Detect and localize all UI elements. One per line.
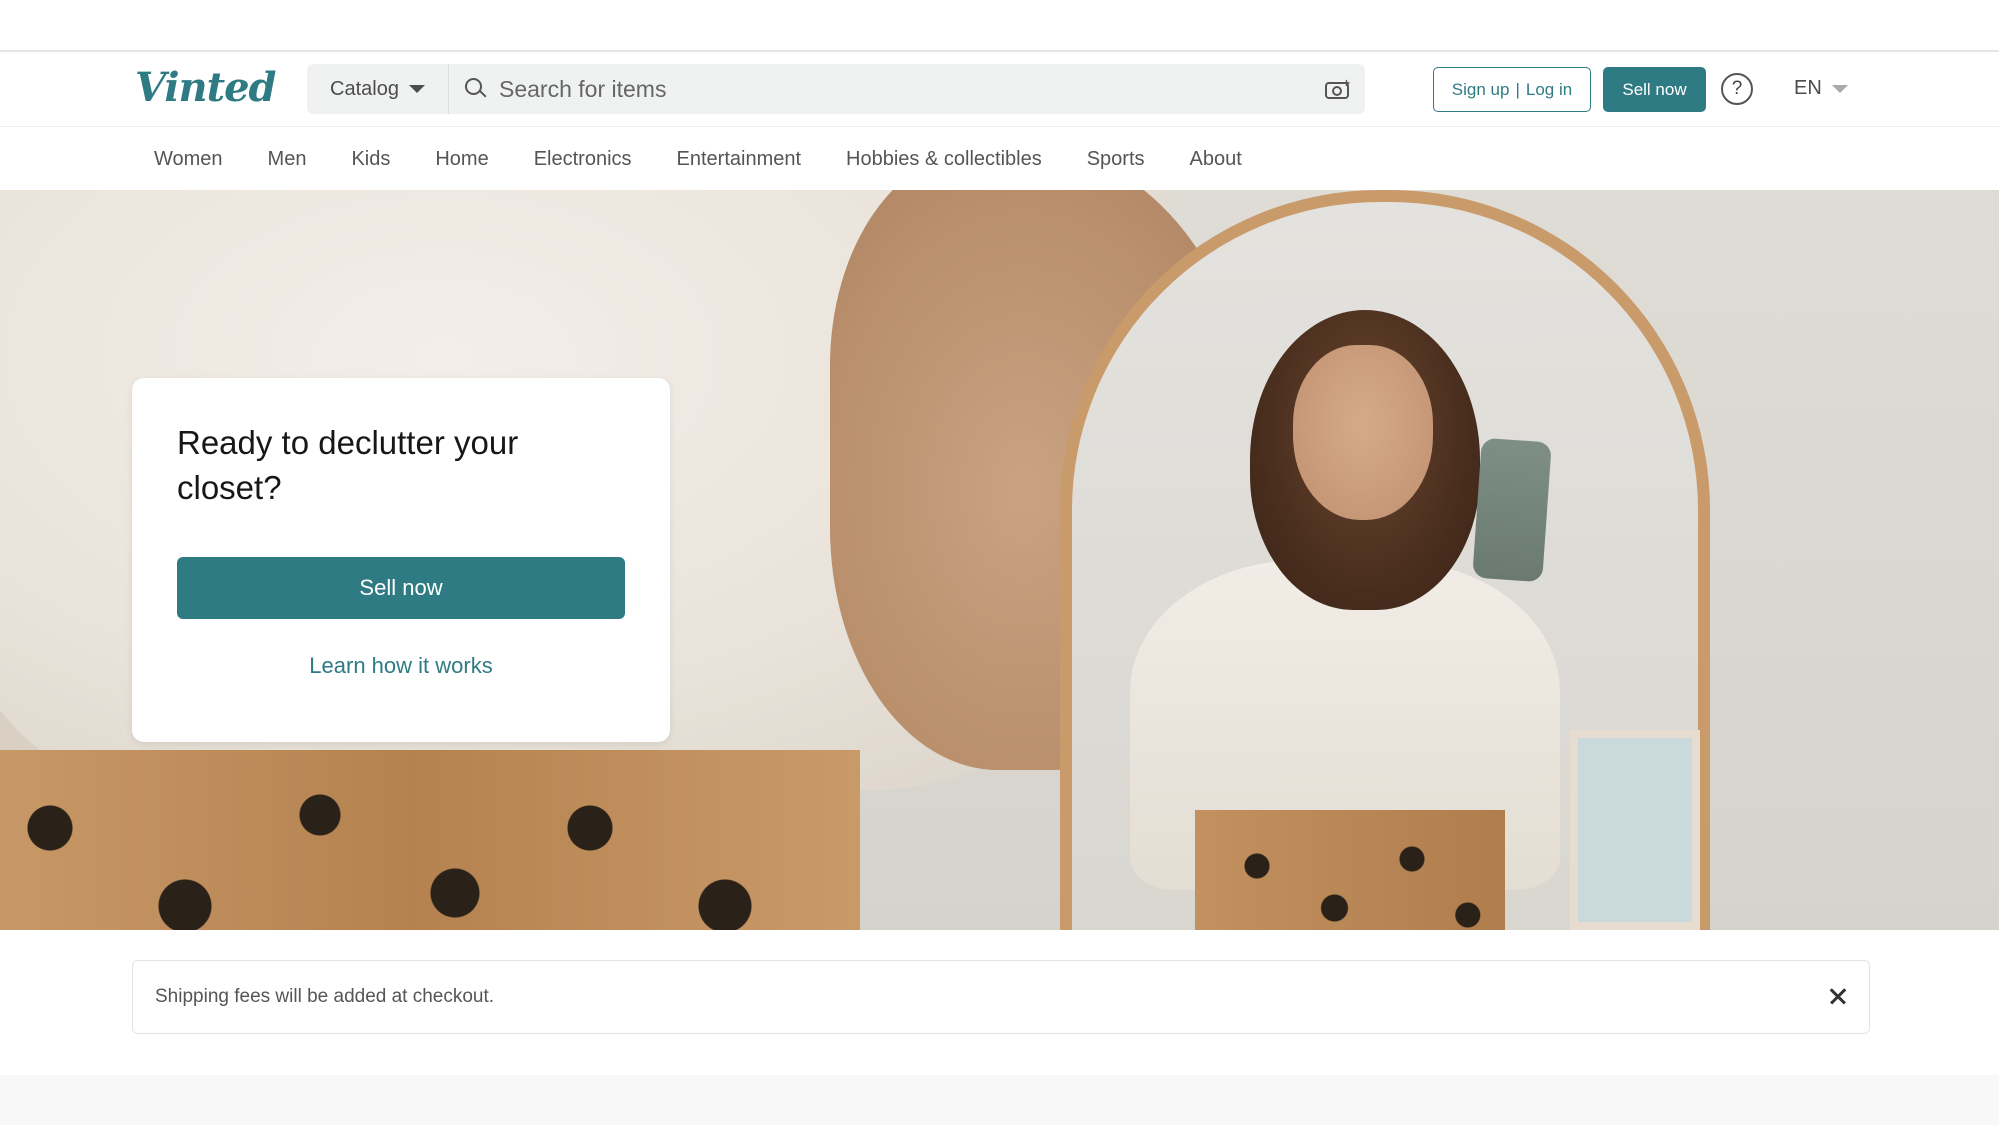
browser-top-area (0, 0, 1999, 52)
site-header: Vinted Catalog + Sign up | Log in Sell n… (0, 52, 1999, 127)
search-bar: Catalog + (307, 64, 1365, 114)
chevron-down-icon (1831, 84, 1848, 93)
chevron-down-icon (408, 85, 425, 93)
nav-item-home[interactable]: Home (435, 148, 488, 171)
nav-item-sports[interactable]: Sports (1087, 148, 1145, 171)
sell-cta-card: Ready to declutter your closet? Sell now… (132, 378, 670, 742)
cta-sell-now-button[interactable]: Sell now (177, 557, 625, 619)
camera-search-icon[interactable]: + (1325, 76, 1351, 100)
language-selector[interactable]: EN (1794, 77, 1848, 100)
shipping-notice: Shipping fees will be added at checkout. (132, 960, 1870, 1034)
nav-item-entertainment[interactable]: Entertainment (677, 148, 802, 171)
catalog-label: Catalog (330, 77, 399, 100)
catalog-dropdown[interactable]: Catalog (307, 64, 449, 114)
nav-item-hobbies[interactable]: Hobbies & collectibles (846, 148, 1042, 171)
nav-item-men[interactable]: Men (268, 148, 307, 171)
nav-item-women[interactable]: Women (154, 148, 223, 171)
search-icon (465, 78, 487, 100)
nav-item-about[interactable]: About (1190, 148, 1242, 171)
close-icon[interactable] (1823, 981, 1853, 1011)
language-label: EN (1794, 77, 1822, 99)
hero-woman-skirt (1195, 810, 1505, 930)
learn-how-it-works-link[interactable]: Learn how it works (177, 653, 625, 679)
login-label: Log in (1525, 79, 1573, 99)
hero-phone (1472, 437, 1552, 583)
shipping-notice-text: Shipping fees will be added at checkout. (155, 986, 495, 1007)
cta-title: Ready to declutter your closet? (177, 424, 519, 506)
search-input[interactable] (487, 64, 1325, 114)
page-bottom-area (0, 1075, 1999, 1125)
header-sell-now-button[interactable]: Sell now (1603, 67, 1706, 112)
signup-label: Sign up (1451, 79, 1510, 99)
hero-blurred-leopard-skirt (0, 750, 860, 930)
nav-item-electronics[interactable]: Electronics (534, 148, 632, 171)
hero-woman-face (1293, 345, 1433, 520)
nav-item-kids[interactable]: Kids (351, 148, 390, 171)
vinted-logo[interactable]: Vinted (135, 64, 277, 111)
signup-login-button[interactable]: Sign up | Log in (1433, 67, 1591, 112)
hero-painting (1570, 730, 1700, 930)
separator: | (1515, 79, 1520, 99)
category-nav: Women Men Kids Home Electronics Entertai… (0, 128, 1999, 190)
help-icon[interactable]: ? (1721, 73, 1753, 105)
